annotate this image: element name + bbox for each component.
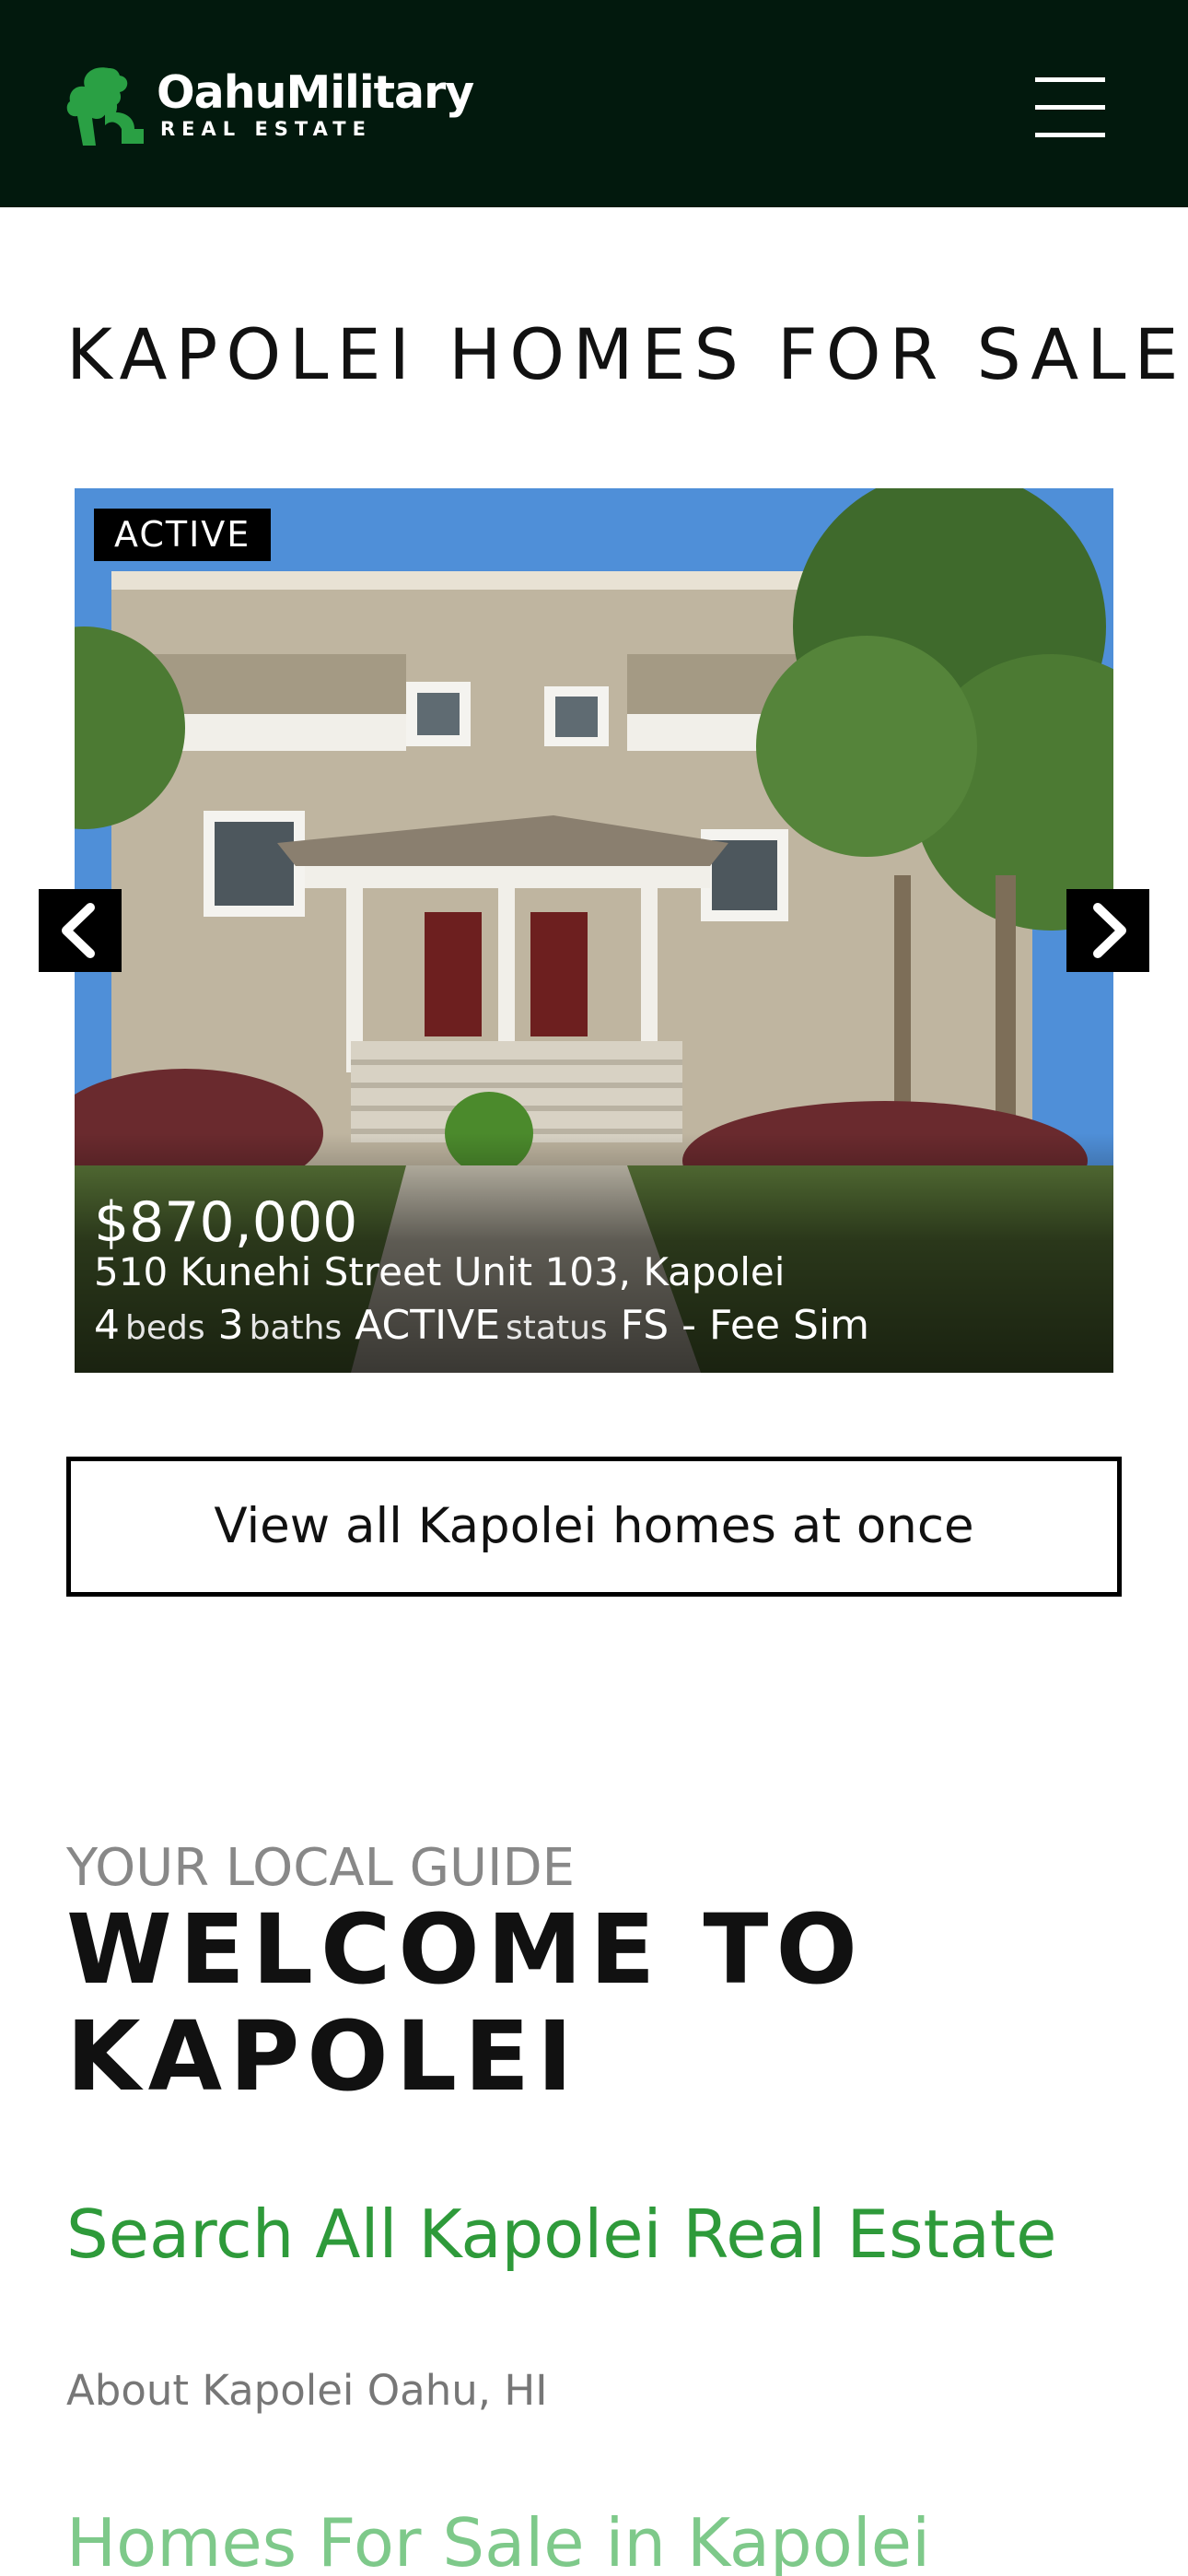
- slider-prev-button[interactable]: [39, 889, 122, 972]
- hamburger-menu-button[interactable]: [1031, 74, 1109, 140]
- listing-specs: 4 beds 3 baths ACTIVE status FS - Fee Sim: [94, 1302, 869, 1349]
- palm-logo-icon: [66, 67, 144, 146]
- site-header: OahuMilitary REAL ESTATE: [0, 0, 1188, 207]
- chevron-right-icon: [1093, 903, 1126, 958]
- site-logo[interactable]: OahuMilitary REAL ESTATE: [64, 61, 497, 153]
- hamburger-icon-line: [1035, 133, 1105, 137]
- tenure-value: FS - Fee Sim: [620, 1302, 870, 1349]
- baths-value: 3: [217, 1302, 244, 1349]
- beds-value: 4: [94, 1302, 120, 1349]
- listing-address[interactable]: 510 Kunehi Street Unit 103, Kapolei: [94, 1249, 785, 1294]
- baths-label: baths: [249, 1309, 343, 1347]
- view-all-homes-button[interactable]: View all Kapolei homes at once: [66, 1457, 1122, 1597]
- slider-next-button[interactable]: [1066, 889, 1149, 972]
- section-eyebrow: YOUR LOCAL GUIDE: [66, 1838, 576, 1898]
- status-label: status: [506, 1309, 608, 1347]
- listing-card[interactable]: ACTIVE $870,000 510 Kunehi Street Unit 1…: [75, 488, 1113, 1373]
- logo-subtitle: REAL ESTATE: [160, 118, 372, 140]
- beds-label: beds: [125, 1309, 205, 1347]
- chevron-left-icon: [62, 903, 95, 958]
- status-value: ACTIVE: [355, 1302, 501, 1349]
- hamburger-icon-line: [1035, 77, 1105, 82]
- homes-for-sale-link[interactable]: Homes For Sale in Kapolei: [66, 2504, 930, 2576]
- hamburger-icon-line: [1035, 105, 1105, 110]
- logo-name: OahuMilitary: [157, 66, 474, 119]
- welcome-heading: WELCOME TO KAPOLEI: [66, 1893, 865, 2113]
- search-all-link[interactable]: Search All Kapolei Real Estate: [66, 2195, 1056, 2273]
- listing-price: $870,000: [94, 1190, 358, 1255]
- about-text: About Kapolei Oahu, HI: [66, 2366, 548, 2415]
- status-badge: ACTIVE: [94, 509, 272, 561]
- page-title: KAPOLEI HOMES FOR SALE: [66, 313, 1187, 395]
